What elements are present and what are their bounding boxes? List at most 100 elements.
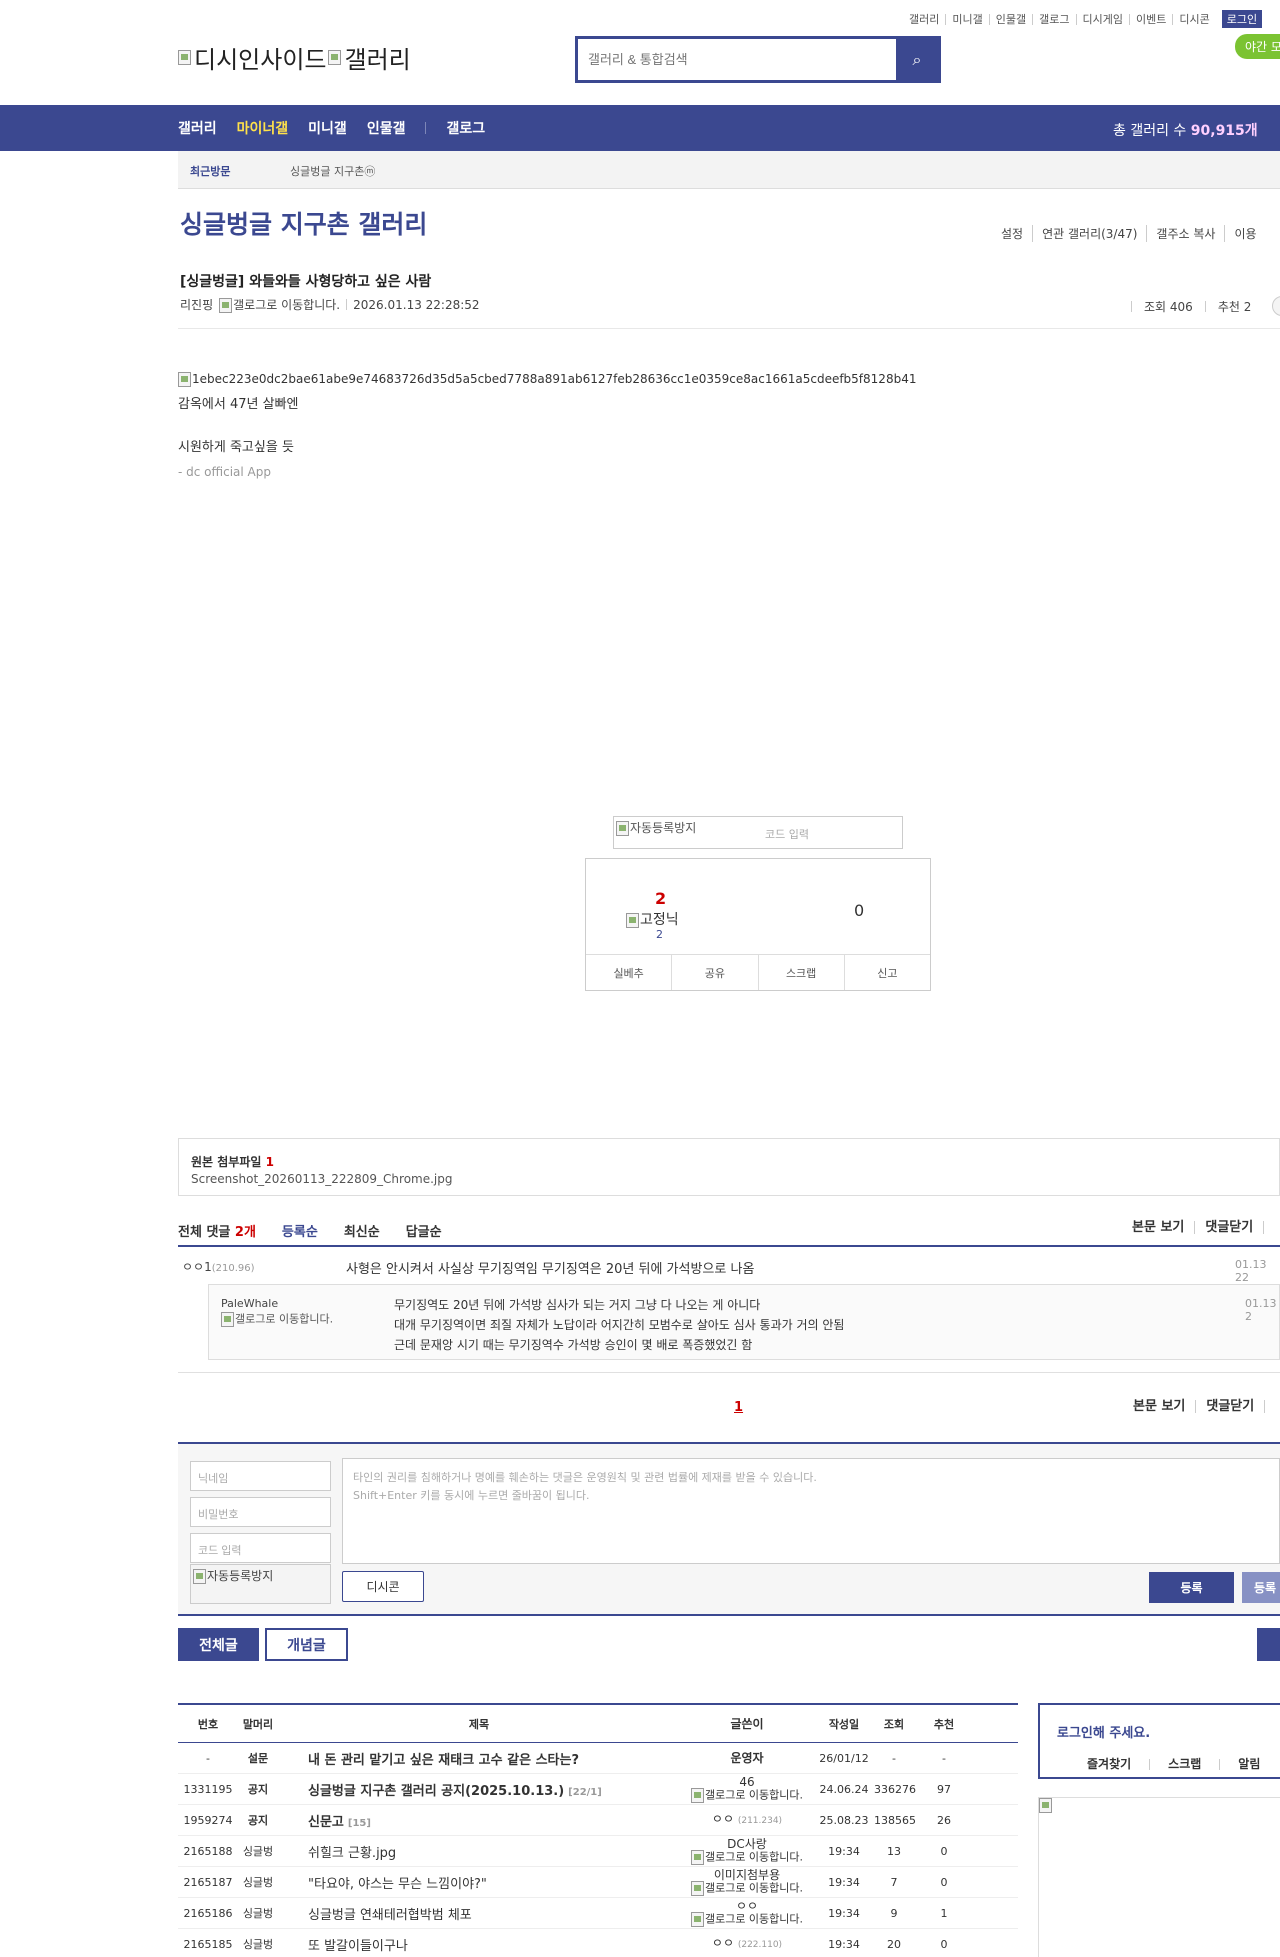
table-row[interactable]: 2165185 싱글벙 또 발갈이들이구나 ㅇㅇ (222.110) 19:34 20 0	[178, 1929, 1018, 1957]
nav-minor[interactable]: 마이너갤	[237, 118, 289, 138]
login-prompt[interactable]: 로그인해 주세요.	[1057, 1722, 1150, 1741]
row-title-text[interactable]: 신문고	[308, 1815, 344, 1830]
row-gallog-link[interactable]: 갤로그로 이동합니다.	[680, 1787, 814, 1803]
scrap-button[interactable]: 스크랩	[757, 955, 844, 990]
refresh-comments-bottom[interactable]	[1264, 1400, 1280, 1413]
gallog-link[interactable]: 갤로그로 이동합니다.	[219, 296, 340, 313]
row-writer-nick[interactable]: ㅇㅇ	[712, 1813, 734, 1826]
util-link-mini[interactable]: 미니갤	[945, 13, 988, 25]
row-gallog-link[interactable]: 갤로그로 이동합니다.	[680, 1880, 814, 1896]
tab-all-posts[interactable]: 전체글	[178, 1628, 259, 1661]
comment-page-1[interactable]: 1	[734, 1400, 743, 1415]
code-input[interactable]: 코드 입력	[190, 1533, 331, 1563]
submit-button[interactable]: 등록	[1149, 1572, 1234, 1603]
related-galleries[interactable]: 연관 갤러리(3/47)	[1032, 225, 1146, 242]
row-writer[interactable]: 46 갤로그로 이동합니다.	[680, 1776, 814, 1803]
row-writer-nick[interactable]: 운영자	[680, 1752, 814, 1764]
copy-gallery-url[interactable]: 갤주소 복사	[1146, 225, 1224, 242]
close-comments-button[interactable]: 댓글닫기	[1194, 1221, 1263, 1234]
nav-person[interactable]: 인물갤	[367, 118, 406, 138]
search-button[interactable]: ⌕	[896, 39, 938, 80]
row-gallog-link[interactable]: 갤로그로 이동합니다.	[680, 1849, 814, 1865]
attachment-file[interactable]: Screenshot_20260113_222809_Chrome.jpg	[191, 1172, 453, 1186]
util-link-dccon[interactable]: 디시콘	[1172, 13, 1215, 25]
recent-visit-item[interactable]: 싱글벙글 지구촌ⓜ	[290, 163, 375, 179]
recent-visit-label[interactable]: 최근방문	[190, 163, 230, 179]
reply-gallog[interactable]: 갤로그로 이동합니다.	[221, 1312, 341, 1327]
util-link-event[interactable]: 이벤트	[1128, 13, 1172, 25]
row-writer-nick[interactable]: ㅇㅇ	[712, 1937, 734, 1950]
row-reply-count[interactable]: [15]	[348, 1818, 371, 1829]
password-input[interactable]: 비밀번호	[190, 1497, 331, 1527]
row-writer[interactable]: ㅇㅇ (211.234)	[680, 1813, 814, 1827]
share-button[interactable]: 공유	[671, 955, 757, 990]
gallery-use[interactable]: 이용	[1224, 225, 1265, 242]
refresh-comments[interactable]	[1263, 1221, 1280, 1234]
row-writer[interactable]: ㅇㅇ (222.110)	[680, 1937, 814, 1951]
post-image-alt[interactable]: 1ebec223e0dc2bae61abe9e74683726d35d5a5cb…	[192, 372, 916, 386]
row-title[interactable]: 싱글벙글 지구촌 갤러리 공지(2025.10.13.) [22/1]	[278, 1780, 680, 1799]
side-banner[interactable]	[1038, 1797, 1280, 1957]
search-input[interactable]	[578, 39, 896, 80]
row-gallog-link[interactable]: 갤로그로 이동합니다.	[680, 1911, 814, 1927]
table-row[interactable]: 2165187 싱글벙 "타요야, 야스는 무슨 느낌이야?" 이미지첨부용 갤로그로 …	[178, 1867, 1018, 1898]
write-post-button[interactable]	[1257, 1628, 1280, 1661]
post-author[interactable]: 리진핑	[180, 296, 213, 313]
nav-gallery[interactable]: 갤러리	[178, 118, 217, 138]
table-row[interactable]: 2165186 싱글벙 싱글벙글 연쇄테러협박범 체포 ㅇㅇ 갤로그로 이동합니다. 19…	[178, 1898, 1018, 1929]
row-title-text[interactable]: 또 발갈이들이구나	[308, 1939, 408, 1954]
table-row[interactable]: 2165188 싱글벙 쉬힐크 근황.jpg DC사랑 갤로그로 이동합니다. 19:34…	[178, 1836, 1018, 1867]
table-row[interactable]: 1331195 공지 싱글벙글 지구촌 갤러리 공지(2025.10.13.) [22…	[178, 1774, 1018, 1805]
night-mode-toggle[interactable]: 야간 모	[1235, 34, 1280, 59]
row-writer[interactable]: 운영자	[680, 1752, 814, 1764]
row-title-text[interactable]: 쉬힐크 근황.jpg	[308, 1846, 396, 1861]
row-title[interactable]: 쉬힐크 근황.jpg	[278, 1842, 680, 1861]
row-title-text[interactable]: "타요야, 야스는 무슨 느낌이야?"	[308, 1877, 487, 1892]
sort-registered[interactable]: 등록순	[282, 1221, 318, 1240]
row-title[interactable]: 또 발갈이들이구나	[278, 1935, 680, 1954]
util-link-person[interactable]: 인물갤	[988, 13, 1032, 25]
view-post-button[interactable]: 본문 보기	[1122, 1221, 1194, 1234]
row-writer-nick[interactable]: 46	[680, 1776, 814, 1788]
comment-nick-text[interactable]: ㅇㅇ1	[182, 1260, 212, 1274]
row-reply-count[interactable]: [22/1]	[568, 1787, 602, 1798]
util-link-game[interactable]: 디시게임	[1075, 13, 1129, 25]
submit-with-recommend-button[interactable]: 등록	[1242, 1572, 1280, 1603]
table-row[interactable]: 1959274 공지 신문고 [15] ㅇㅇ (211.234) 25.08.23 1385…	[178, 1805, 1018, 1836]
col-rec[interactable]: 추천	[914, 1716, 974, 1732]
gallery-title[interactable]: 싱글벙글 지구촌 갤러리	[180, 205, 427, 241]
nav-gallog[interactable]: 갤로그	[446, 118, 485, 138]
col-views[interactable]: 조회	[874, 1716, 914, 1732]
dccon-button[interactable]: 디시콘	[342, 1571, 424, 1602]
site-logo[interactable]: 디시인사이드 갤러리	[178, 40, 411, 75]
row-title-text[interactable]: 싱글벙글 연쇄테러협박범 체포	[308, 1908, 472, 1923]
row-writer[interactable]: 이미지첨부용 갤로그로 이동합니다.	[680, 1869, 814, 1896]
table-row[interactable]: - 설문 내 돈 관리 맡기고 싶은 재태크 고수 같은 스타는? 운영자 26/01/…	[178, 1743, 1018, 1774]
nickname-input[interactable]: 닉네임	[190, 1461, 331, 1491]
row-title[interactable]: "타요야, 야스는 무슨 느낌이야?"	[278, 1873, 680, 1892]
row-writer-nick[interactable]: ㅇㅇ	[680, 1900, 814, 1912]
util-link-gallog[interactable]: 갤로그	[1032, 13, 1075, 25]
notification-link[interactable]: 알림	[1219, 1758, 1278, 1770]
row-writer[interactable]: ㅇㅇ 갤로그로 이동합니다.	[680, 1900, 814, 1927]
sort-replies[interactable]: 답글순	[406, 1221, 442, 1240]
util-link-gallery[interactable]: 갤러리	[903, 14, 945, 25]
view-post-button-bottom[interactable]: 본문 보기	[1123, 1400, 1195, 1413]
close-comments-button-bottom[interactable]: 댓글닫기	[1195, 1400, 1264, 1413]
row-title[interactable]: 싱글벙글 연쇄테러협박범 체포	[278, 1904, 680, 1923]
row-title[interactable]: 신문고 [15]	[278, 1811, 680, 1830]
silbe-button[interactable]: 실베추	[586, 955, 671, 990]
scrap-link[interactable]: 스크랩	[1149, 1758, 1219, 1770]
tab-concept-posts[interactable]: 개념글	[265, 1628, 348, 1661]
comment-textarea[interactable]: 타인의 권리를 침해하거나 명예를 훼손하는 댓글은 운영원칙 및 관련 법률에…	[342, 1458, 1280, 1564]
favorites-link[interactable]: 즐겨찾기	[1087, 1758, 1149, 1770]
row-title[interactable]: 내 돈 관리 맡기고 싶은 재태크 고수 같은 스타는?	[278, 1749, 680, 1768]
report-button[interactable]: 신고	[843, 955, 930, 990]
login-button[interactable]: 로그인	[1221, 10, 1263, 28]
row-writer[interactable]: DC사랑 갤로그로 이동합니다.	[680, 1838, 814, 1865]
row-writer-nick[interactable]: 이미지첨부용	[680, 1869, 814, 1881]
col-head[interactable]: 말머리	[238, 1716, 278, 1732]
row-writer-nick[interactable]: DC사랑	[680, 1838, 814, 1850]
sort-latest[interactable]: 최신순	[344, 1221, 380, 1240]
row-title-text[interactable]: 싱글벙글 지구촌 갤러리 공지(2025.10.13.)	[308, 1784, 564, 1799]
